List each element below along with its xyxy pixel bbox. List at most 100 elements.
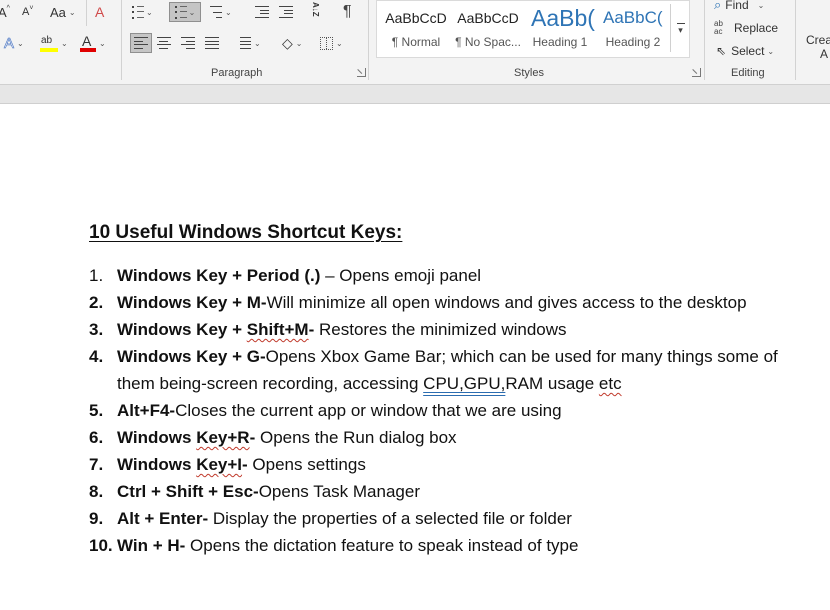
highlight-button[interactable]: ab ⌄ (40, 33, 68, 53)
line-spacing-button[interactable]: ⌄ (235, 33, 261, 53)
align-right-icon (181, 37, 195, 49)
document-title: 10 Useful Windows Shortcut Keys: (89, 222, 403, 243)
shortcut-keys: Alt + Enter- (117, 509, 209, 528)
style-no-spacing-sample: AaBbCcD (457, 10, 519, 26)
multilevel-list-icon (210, 6, 222, 18)
bullets-icon (132, 5, 144, 19)
style-no-spacing[interactable]: AaBbCcD ¶ No Spac... (452, 4, 524, 54)
list-number: 9. (89, 509, 104, 528)
shortcut-description: Opens settings (247, 455, 366, 474)
spelling-flag: Shift+M (246, 320, 309, 339)
shortcut-description: Will minimize all open windows and gives… (266, 293, 747, 312)
multilevel-list-button[interactable]: ⌄ (169, 2, 201, 22)
styles-more-button[interactable]: ▾ (670, 4, 690, 52)
font-color-icon: A (80, 33, 96, 52)
styles-group-separator (704, 0, 705, 80)
list-item: 2. Windows Key + M-Will minimize all ope… (89, 289, 789, 316)
style-normal[interactable]: AaBbCcD ¶ Normal (380, 4, 452, 54)
pilcrow-icon: ¶ (343, 3, 352, 20)
clear-formatting-button[interactable]: A (95, 2, 104, 22)
line-spacing-icon (235, 37, 251, 49)
align-right-button[interactable] (177, 33, 199, 53)
style-heading-1[interactable]: AaBb( Heading 1 (525, 4, 595, 54)
align-left-icon (134, 37, 148, 49)
list-number: 1. (89, 266, 104, 285)
decrease-indent-icon (255, 6, 269, 18)
sort-icon: A↓Z (311, 2, 320, 17)
shortcut-keys: Win + H- (117, 536, 186, 555)
list-item: 6. Windows Key+R- Opens the Run dialog b… (89, 424, 789, 451)
grow-font-button[interactable]: A ^ (0, 2, 10, 22)
grammar-flag: CPU,GPU, (423, 374, 506, 393)
shortcut-keys: Windows Key + Period (.) (117, 266, 321, 285)
font-divider (86, 0, 87, 26)
show-marks-button[interactable]: ¶ (343, 2, 352, 22)
text-effects-button[interactable]: A ⌄ (4, 33, 24, 53)
list-number: 5. (89, 401, 104, 420)
select-label: Select (731, 44, 765, 58)
bullets-button[interactable]: ⌄ (132, 2, 153, 22)
paragraph-group-separator (368, 0, 369, 80)
paragraph-group-label: Paragraph (211, 67, 263, 79)
editing-group-label: Editing (731, 67, 765, 79)
list-number: 2. (89, 293, 104, 312)
clear-formatting-icon: A (95, 4, 105, 20)
spelling-flag: Key+I (196, 455, 243, 474)
list-item: 1. Windows Key + Period (.) – Opens emoj… (89, 262, 789, 289)
shrink-font-button[interactable]: A ˅ (22, 2, 33, 22)
styles-group-label: Styles (514, 67, 544, 79)
search-icon: ⌕ (714, 0, 722, 12)
style-normal-sample: AaBbCcD (385, 10, 447, 26)
replace-button[interactable]: ab ac Replace (714, 18, 778, 38)
cursor-arrow-icon: ⇖ (716, 44, 727, 58)
shortcut-keys: Windows Key + Shift+M- (117, 320, 315, 339)
shortcut-description: Opens Task Manager (258, 482, 420, 501)
change-case-button[interactable]: Aa ⌄ (50, 2, 76, 22)
justify-icon (205, 37, 219, 49)
list-item: 7. Windows Key+I- Opens settings (89, 451, 789, 478)
list-number: 4. (89, 347, 104, 366)
shading-button[interactable]: ◇ ⌄ (282, 33, 302, 53)
ribbon-bottom-bar (0, 84, 830, 104)
borders-button[interactable]: ⌄ (320, 33, 343, 53)
decrease-indent-button[interactable] (255, 2, 269, 22)
justify-button[interactable] (201, 33, 223, 53)
list-item: 5. Alt+F4-Closes the current app or wind… (89, 397, 789, 424)
editing-group-separator (795, 0, 796, 80)
shortcut-description: Display the properties of a selected fil… (208, 509, 572, 528)
increase-indent-button[interactable] (279, 2, 293, 22)
style-no-spacing-label: ¶ No Spac... (455, 35, 521, 49)
highlight-icon: ab (40, 34, 58, 52)
document-page[interactable]: 10 Useful Windows Shortcut Keys: 1. Wind… (0, 104, 830, 610)
shortcut-keys: Ctrl + Shift + Esc- (117, 482, 259, 501)
paint-bucket-icon: ◇ (282, 34, 293, 51)
change-case-icon: Aa (50, 4, 66, 20)
paragraph-dialog-launcher[interactable] (357, 68, 366, 77)
styles-dialog-launcher[interactable] (692, 68, 701, 77)
spelling-flag: etc (598, 374, 622, 393)
find-label: Find (725, 0, 749, 12)
find-button[interactable]: ⌕ Find ⌄ (714, 0, 764, 15)
replace-icon: ab ac (714, 19, 723, 36)
borders-icon (320, 36, 333, 50)
sort-button[interactable]: A↓Z (311, 2, 320, 22)
list-number: 7. (89, 455, 104, 474)
create-button-line2[interactable]: A (820, 44, 828, 64)
align-left-button[interactable] (130, 33, 152, 53)
list-number: 6. (89, 428, 104, 447)
style-normal-label: ¶ Normal (391, 35, 441, 49)
list-number: 3. (89, 320, 104, 339)
list-item: 4. Windows Key + G-Opens Xbox Game Bar; … (89, 343, 789, 397)
shortcut-keys: Alt+F4- (117, 401, 176, 420)
style-heading-1-label: Heading 1 (532, 35, 588, 49)
text-effects-icon: A (4, 34, 15, 52)
select-button[interactable]: ⇖ Select ⌄ (716, 41, 774, 61)
shortcut-description: Opens the Run dialog box (255, 428, 457, 447)
shortcut-keys: Windows Key + M- (117, 293, 267, 312)
list-item: 8. Ctrl + Shift + Esc-Opens Task Manager (89, 478, 789, 505)
font-color-button[interactable]: A ⌄ (80, 33, 106, 53)
font-group-separator (121, 0, 122, 80)
multilevel-list-dropdown[interactable]: ⌄ (210, 2, 232, 22)
align-center-button[interactable] (153, 33, 175, 53)
style-heading-2[interactable]: AaBbC( Heading 2 (598, 4, 668, 54)
